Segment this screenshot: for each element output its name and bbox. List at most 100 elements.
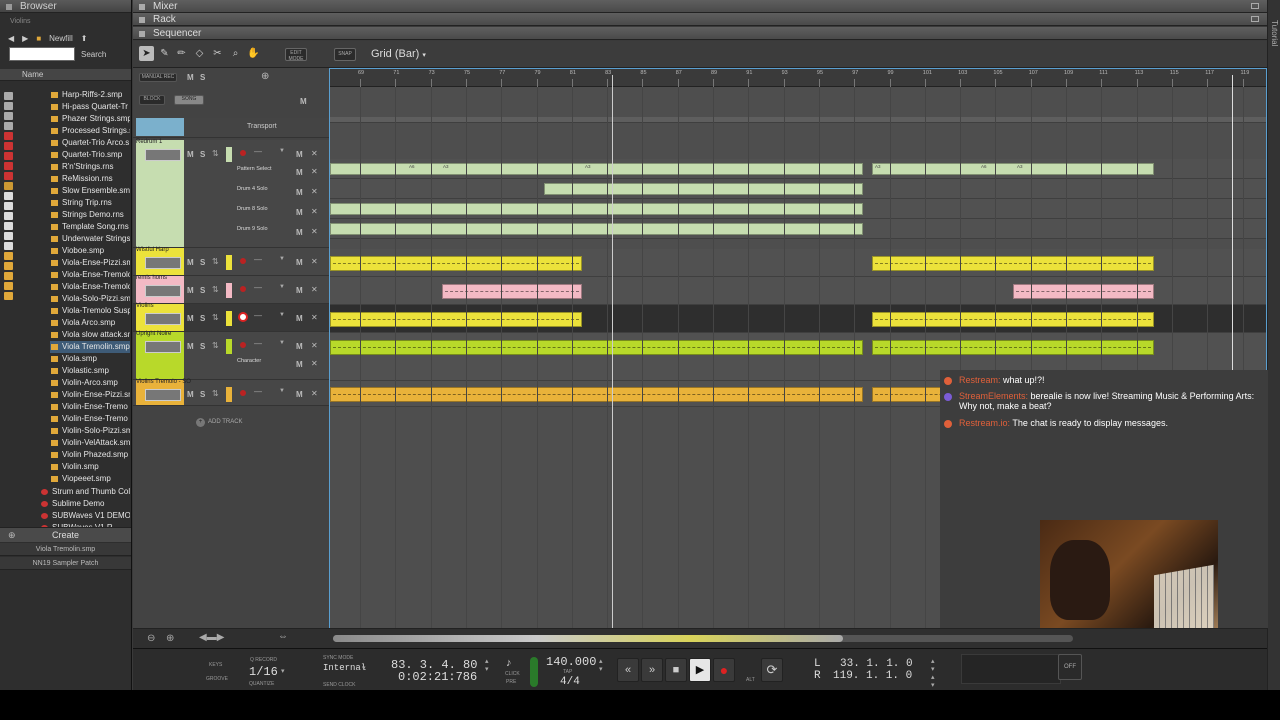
- track-color-switch[interactable]: [226, 283, 232, 298]
- file-item[interactable]: Viola-Ense-Tremolo: [50, 269, 130, 281]
- browser-title[interactable]: Browser: [0, 0, 131, 13]
- location-icon[interactable]: [4, 142, 13, 150]
- location-icon[interactable]: [4, 222, 13, 230]
- device-thumbnail-icon[interactable]: [145, 285, 181, 297]
- track-lane[interactable]: [330, 277, 1266, 305]
- snap-button[interactable]: SNAP: [334, 48, 356, 61]
- file-item[interactable]: ReMission.rns: [50, 173, 130, 185]
- lane-mute-button[interactable]: M: [296, 360, 303, 369]
- location-icon[interactable]: [4, 182, 13, 190]
- location-icon[interactable]: [4, 242, 13, 250]
- collapse-icon[interactable]: [6, 4, 12, 10]
- clip[interactable]: [872, 340, 1154, 355]
- keys-label[interactable]: KEYS: [209, 662, 222, 668]
- loop-button[interactable]: ⟳: [761, 658, 783, 682]
- file-item[interactable]: Violin.smp: [50, 461, 130, 473]
- send-clock-label[interactable]: SEND CLOCK: [323, 682, 356, 688]
- lane-mute-button[interactable]: M: [296, 342, 303, 351]
- track-lane[interactable]: [330, 305, 1266, 333]
- compressor-off-button[interactable]: OFF: [1058, 654, 1082, 680]
- track-color-switch[interactable]: [226, 387, 232, 402]
- file-item[interactable]: Viola Arco.smp: [50, 317, 130, 329]
- file-item[interactable]: Processed Strings.s: [50, 125, 130, 137]
- clip[interactable]: [330, 312, 582, 327]
- chevron-down-icon[interactable]: ▼: [279, 312, 285, 318]
- close-icon[interactable]: ✕: [311, 389, 318, 398]
- record-enable-button[interactable]: [240, 150, 246, 156]
- mute-button[interactable]: M: [187, 342, 194, 351]
- close-icon[interactable]: ✕: [311, 285, 318, 294]
- chevron-down-icon[interactable]: ▼: [279, 340, 285, 346]
- minus-icon[interactable]: —: [254, 387, 262, 396]
- create-button[interactable]: ⊕ Create: [0, 527, 131, 542]
- q-record-label[interactable]: Q RECORD: [250, 657, 277, 663]
- up-icon[interactable]: ⬆: [81, 34, 88, 43]
- block-button[interactable]: BLOCK: [139, 95, 165, 105]
- location-icon[interactable]: [4, 132, 13, 140]
- master-solo[interactable]: S: [200, 73, 205, 82]
- tempo-value[interactable]: 140.000: [546, 655, 596, 669]
- zoom-out-icon[interactable]: ⊖: [147, 633, 155, 644]
- stop-button[interactable]: ■: [665, 658, 687, 682]
- zoom-tool-icon[interactable]: ⌕: [228, 46, 243, 61]
- search-input[interactable]: [9, 47, 75, 61]
- sync-mode-select[interactable]: Internal: [323, 663, 366, 673]
- stepper-icon[interactable]: ▴ ▾: [485, 657, 489, 673]
- track-header[interactable]: remis homs M S ⇅ — ▼ M ✕: [133, 275, 329, 304]
- click-label[interactable]: CLICK: [505, 671, 520, 677]
- expand-icon[interactable]: [139, 31, 145, 37]
- mute-button[interactable]: M: [187, 258, 194, 267]
- column-header-name[interactable]: Name: [0, 69, 131, 81]
- file-item[interactable]: Viola-Tremolo Susp: [50, 305, 130, 317]
- folder-item[interactable]: Sublime Demo: [40, 498, 130, 510]
- grid-select[interactable]: Grid (Bar) ▾: [371, 48, 426, 60]
- file-item[interactable]: String Trip.rns: [50, 197, 130, 209]
- tap-button[interactable]: TAP: [563, 669, 572, 675]
- clip[interactable]: [1013, 284, 1154, 299]
- solo-button[interactable]: S: [200, 314, 205, 323]
- record-enable-button[interactable]: [240, 390, 246, 396]
- file-item[interactable]: Viola.smp: [50, 353, 130, 365]
- track-color-switch[interactable]: [226, 255, 232, 270]
- play-button[interactable]: ▶: [689, 658, 711, 682]
- hand-tool-icon[interactable]: ✋: [246, 46, 261, 61]
- expand-icon[interactable]: [139, 4, 145, 10]
- manual-rec-button[interactable]: MANUAL REC: [139, 73, 177, 82]
- track-header[interactable]: Wistful Harp M S ⇅ — ▼ M ✕: [133, 247, 329, 276]
- solo-button[interactable]: S: [200, 150, 205, 159]
- record-enable-button[interactable]: [240, 342, 246, 348]
- location-icon[interactable]: [4, 122, 13, 130]
- file-item[interactable]: Violin-Solo-Pizzi.sm: [50, 425, 130, 437]
- close-icon[interactable]: ✕: [311, 187, 318, 196]
- time-signature[interactable]: 4/4: [560, 676, 580, 688]
- add-track-button[interactable]: + ADD TRACK: [196, 418, 243, 427]
- location-icon[interactable]: [4, 282, 13, 290]
- solo-button[interactable]: S: [200, 286, 205, 295]
- right-locator[interactable]: 119. 1. 1. 0: [833, 670, 912, 682]
- metronome-icon[interactable]: ♪: [506, 657, 512, 669]
- file-item[interactable]: Phazer Strings.smp: [50, 113, 130, 125]
- chevron-down-icon[interactable]: ▾: [281, 667, 285, 675]
- lane-name[interactable]: Pattern Select: [237, 166, 272, 172]
- location-icon[interactable]: [4, 192, 13, 200]
- clip[interactable]: [544, 183, 863, 195]
- track-name[interactable]: Wistful Harp: [136, 247, 169, 253]
- track-name[interactable]: Violins Tremolo - SO: [136, 379, 191, 385]
- track-color-switch[interactable]: [226, 147, 232, 162]
- minus-icon[interactable]: —: [254, 283, 262, 292]
- automation-icon[interactable]: ⇅: [212, 313, 219, 322]
- lane-name[interactable]: Drum 9 Solo: [237, 226, 268, 232]
- solo-button[interactable]: S: [200, 390, 205, 399]
- file-item[interactable]: Violin-Arco.smp: [50, 377, 130, 389]
- file-item[interactable]: Viola-Ense-Pizzi.sm: [50, 257, 130, 269]
- track-lane[interactable]: A6 A3 A3 A3 A6 A3: [330, 159, 1266, 179]
- location-icon[interactable]: [4, 172, 13, 180]
- erase-tool-icon[interactable]: ◇: [192, 46, 207, 61]
- file-item[interactable]: Violin-VelAttack.sm: [50, 437, 130, 449]
- folder-item[interactable]: SUBWaves V1 DEMO R: [40, 510, 130, 522]
- lane-mute-button[interactable]: M: [296, 188, 303, 197]
- lane-name[interactable]: Drum 4 Solo: [237, 186, 268, 192]
- rack-strip[interactable]: Rack: [133, 13, 1267, 26]
- browser-breadcrumb[interactable]: Violins: [0, 13, 131, 31]
- clip[interactable]: [872, 312, 1154, 327]
